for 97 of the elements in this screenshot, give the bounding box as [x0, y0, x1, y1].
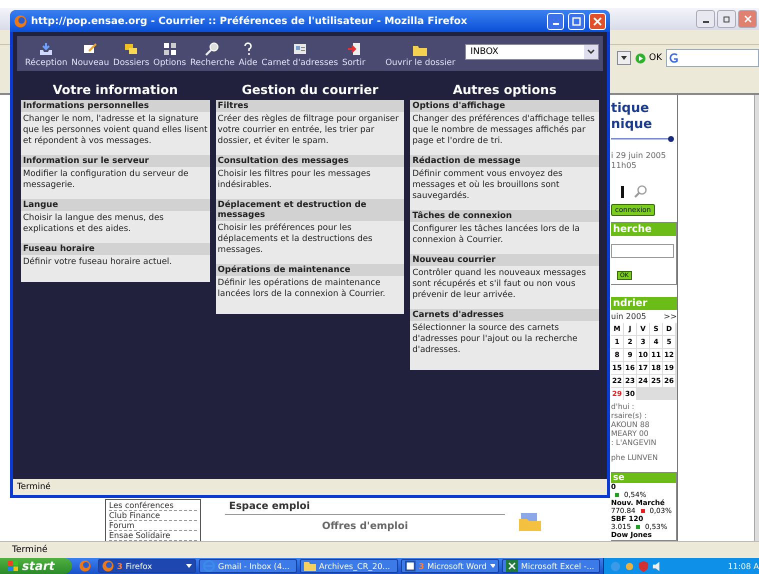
- panel-title: herche: [611, 223, 676, 236]
- window-title: http://pop.ensae.org - Courrier :: Préférences de l'utilisateur - Mozilla Firefox: [31, 16, 468, 26]
- caret-icon: [584, 45, 598, 59]
- folders-icon: [124, 42, 138, 56]
- sidebar-link[interactable]: Ensae Solidaire: [109, 531, 197, 541]
- section-description: Définir comment vous envoyez des messages et où les brouillons sont sauvegardés.: [411, 168, 564, 203]
- go-button[interactable]: OK: [635, 52, 662, 64]
- date-text: 11h05: [611, 161, 638, 171]
- toolbar-button[interactable]: Aide: [236, 42, 260, 68]
- spreadsheet-icon: [506, 560, 518, 572]
- section-link[interactable]: Carnets d'adresses: [410, 309, 600, 321]
- toolbar-button[interactable]: Sortir: [340, 42, 368, 68]
- folder-icon: [519, 513, 541, 531]
- section-link[interactable]: Tâches de connexion: [410, 210, 600, 222]
- letter-g-icon: [669, 52, 679, 64]
- browser-logo-icon: [14, 14, 27, 28]
- section-description: Sélectionner la source des carnets d'adresses pour l'ajout ou la recherche d'adresses.: [411, 322, 578, 357]
- section-description: Contrôler quand les nouveaux messages sont récupérés et s'il faut ou non vous prévenir de leur arrivée.: [411, 267, 587, 302]
- status-text: Terminé: [13, 479, 607, 495]
- pencil-note-icon: [83, 42, 98, 56]
- sidebar-link[interactable]: Les conférences: [109, 501, 197, 511]
- section-description: Configurer les tâches lancées lors de la connexion à Courrier.: [411, 223, 581, 247]
- column-title: Votre information: [21, 81, 210, 100]
- section-link[interactable]: Langue: [21, 199, 210, 211]
- section-description: Définir votre fuseau horaire actuel.: [22, 256, 173, 269]
- section-link[interactable]: Déplacement et destruction de messages: [216, 199, 404, 221]
- month-label: uin 2005: [611, 312, 646, 321]
- taskbar-button[interactable]: 3 Firefox: [98, 559, 196, 573]
- section-link[interactable]: Informations personnelles: [21, 100, 210, 112]
- close-icon: [744, 15, 752, 23]
- minimize-button[interactable]: [696, 10, 715, 28]
- toolbar-button[interactable]: Recherche: [188, 42, 237, 68]
- toolbar-button[interactable]: Carnet d'adresses: [260, 42, 340, 68]
- section-link[interactable]: Rédaction de message: [410, 155, 600, 167]
- column-title: Gestion du courrier: [216, 81, 404, 100]
- sidebar-link[interactable]: Club Finance: [109, 511, 197, 521]
- section-description: Choisir la langue des menus, des explications et des aides.: [22, 212, 165, 236]
- section-title: Espace emploi: [225, 499, 505, 515]
- panel-title: se: [611, 473, 676, 483]
- section-link[interactable]: Filtres: [216, 100, 404, 112]
- panel-title: ndrier: [611, 297, 677, 310]
- search-icon[interactable]: [634, 185, 647, 198]
- toolbar-button[interactable]: Options: [151, 42, 188, 68]
- inbox-tray-icon: [39, 42, 54, 56]
- restore-button[interactable]: [717, 10, 736, 28]
- section-link[interactable]: Opérations de maintenance: [216, 264, 404, 276]
- job-offers-link[interactable]: Offres d'emploi: [225, 515, 505, 532]
- play-icon: [635, 52, 646, 64]
- folder-select[interactable]: INBOX: [465, 44, 599, 60]
- section-description: Définir les opérations de maintenance lancées lors de la connexion à Courrier.: [216, 277, 386, 301]
- site-title: tique: [611, 101, 650, 117]
- clock: 11:08 A: [728, 562, 759, 570]
- section-description: Choisir les filtres pour les messages indésirables.: [216, 168, 372, 192]
- title-rule: [611, 135, 675, 143]
- exit-door-icon: [346, 42, 361, 56]
- maximize-icon: [572, 16, 581, 26]
- squares-icon: [162, 42, 177, 56]
- search-icon: [205, 42, 220, 56]
- section-link[interactable]: Consultation des messages: [216, 155, 404, 167]
- search-field[interactable]: [666, 49, 759, 67]
- section-description: Changer le nom, l'adresse et la signature que les personnes voient quand elles lisent et répondent à vos messages.: [22, 113, 208, 148]
- column-title: Autres options: [410, 81, 600, 100]
- dropdown-button[interactable]: [617, 51, 631, 65]
- question-icon: [243, 42, 254, 56]
- section-link[interactable]: Information sur le serveur: [21, 155, 210, 167]
- close-icon: [593, 16, 602, 26]
- taskbar-button[interactable]: Gmail - Inbox (4...: [199, 559, 297, 573]
- toolbar-button[interactable]: Dossiers: [111, 42, 152, 68]
- restore-icon: [722, 15, 730, 23]
- section-description: Choisir les préférences pour les déplacements et la destructions des messages.: [216, 222, 374, 257]
- folder-icon: [304, 560, 316, 572]
- bar-icon: [621, 186, 624, 198]
- next-month-link[interactable]: >>: [664, 312, 677, 321]
- section-description: Créer des règles de filtrage pour organiser votre courrier en entrée, les trier par dossier, et éviter le spam.: [216, 113, 400, 148]
- folder-icon: [413, 44, 428, 56]
- open-folder-button[interactable]: Ouvrir le dossier: [383, 44, 458, 68]
- taskbar-button[interactable]: Archives_CR_20...: [300, 559, 398, 573]
- date-text: i 29 juin 2005: [611, 151, 667, 161]
- section-description: Modifier la configuration du serveur de messagerie.: [22, 168, 190, 192]
- section-link[interactable]: Options d'affichage: [410, 100, 600, 112]
- site-title: nique: [611, 117, 654, 133]
- section-description: Changer des préférences d'affichage telles que le nombre de messages affichés par page et l'ordre de tri.: [411, 113, 596, 148]
- toolbar-button[interactable]: Nouveau: [69, 42, 112, 68]
- taskbar-button[interactable]: Microsoft Excel -...: [502, 559, 600, 573]
- taskbar-button[interactable]: 3 Microsoft Word: [401, 559, 499, 573]
- section-link[interactable]: Nouveau courrier: [410, 254, 600, 266]
- sidebar-link[interactable]: Forum: [109, 521, 197, 531]
- address-card-icon: [292, 42, 307, 56]
- toolbar-button[interactable]: Réception: [23, 42, 70, 68]
- start-button[interactable]: start: [0, 558, 72, 574]
- maximize-button[interactable]: [568, 12, 585, 30]
- windows-flag-icon: [8, 561, 18, 571]
- shield-icon: [638, 560, 649, 572]
- document-icon: [405, 560, 416, 572]
- search-field[interactable]: [611, 244, 674, 258]
- section-link[interactable]: Fuseau horaire: [21, 243, 210, 255]
- caret-icon: [621, 56, 627, 60]
